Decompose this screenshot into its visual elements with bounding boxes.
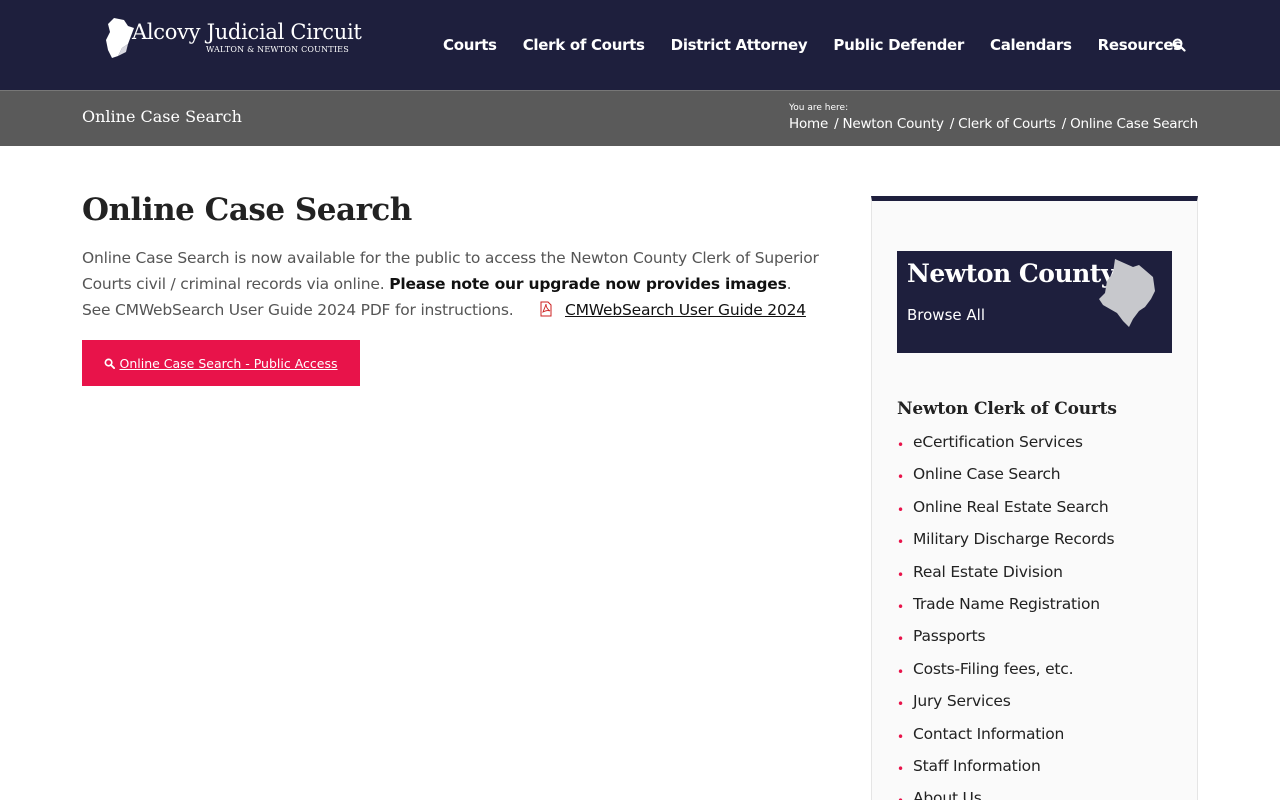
logo-title: Alcovy Judicial Circuit [132,20,362,44]
breadcrumb: Home / Newton County / Clerk of Courts /… [789,116,1198,132]
page-title-bar: Online Case Search You are here: Home / … [0,90,1280,146]
breadcrumb-separator: / [1061,116,1067,132]
online-case-search-button-label: Online Case Search - Public Access [119,355,338,371]
bullet-icon: • [897,535,904,550]
sidebar-item-trade-name[interactable]: • Trade Name Registration [897,595,1114,627]
sidebar-item-label: Online Real Estate Search [913,497,1109,516]
nav-calendars[interactable]: Calendars [990,36,1072,54]
bullet-icon: • [897,761,904,776]
newton-county-map-icon [1099,259,1155,327]
bullet-icon: • [897,502,904,517]
bullet-icon: • [897,794,904,800]
browse-all-link[interactable]: Browse All [907,306,985,324]
sidebar: Newton County Browse All Newton Clerk of… [871,196,1198,800]
sidebar-item-staff-information[interactable]: • Staff Information [897,757,1114,789]
sidebar-item-passports[interactable]: • Passports [897,627,1114,659]
bullet-icon: • [897,664,904,679]
nav-district-attorney[interactable]: District Attorney [671,36,808,54]
sidebar-item-ecertification[interactable]: • eCertification Services [897,433,1114,465]
pdf-icon [540,301,552,317]
sidebar-item-contact-information[interactable]: • Contact Information [897,725,1114,757]
search-icon[interactable] [1172,38,1186,52]
online-case-search-button[interactable]: Online Case Search - Public Access [82,340,360,386]
breadcrumb-home[interactable]: Home [789,116,828,132]
titlebar-title: Online Case Search [82,107,242,126]
bullet-icon: • [897,470,904,485]
sidebar-heading: Newton Clerk of Courts [897,399,1117,419]
logo-subtitle: WALTON & NEWTON COUNTIES [206,45,349,54]
bullet-icon: • [897,729,904,744]
newton-county-card[interactable]: Newton County Browse All [897,251,1172,353]
sidebar-item-label: Trade Name Registration [913,594,1100,613]
main-nav: Courts Clerk of Courts District Attorney… [443,34,1208,56]
sidebar-item-label: Jury Services [913,692,1011,711]
intro-bold-note: Please note our upgrade now provides ima… [389,275,787,293]
sidebar-item-label: Contact Information [913,724,1065,743]
page-title: Online Case Search [82,192,412,228]
sidebar-item-costs-filing[interactable]: • Costs-Filing fees, etc. [897,660,1114,692]
sidebar-item-label: eCertification Services [913,433,1083,451]
sidebar-links: • eCertification Services • Online Case Se… [897,433,1115,800]
breadcrumb-separator: / [949,116,955,132]
nav-clerk-of-courts[interactable]: Clerk of Courts [523,36,645,54]
sidebar-item-label: Real Estate Division [913,562,1063,581]
sidebar-item-military-discharge[interactable]: • Military Discharge Records [897,530,1115,562]
sidebar-item-label: About Us [913,789,982,800]
sidebar-item-online-real-estate-search[interactable]: • Online Real Estate Search [897,498,1114,530]
sidebar-item-label: Military Discharge Records [913,530,1115,549]
sidebar-item-label: Costs-Filing fees, etc. [913,659,1074,678]
search-icon [105,358,116,369]
bullet-icon: • [897,697,904,712]
breadcrumb-separator: / [834,116,839,132]
sidebar-item-label: Passports [913,627,986,646]
bullet-icon: • [897,438,904,452]
nav-resources[interactable]: Resources [1098,36,1183,54]
bullet-icon: • [897,567,904,582]
sidebar-item-online-case-search[interactable]: • Online Case Search [897,465,1114,497]
site-logo[interactable]: Alcovy Judicial Circuit WALTON & NEWTON … [104,16,364,62]
sidebar-item-real-estate-division[interactable]: • Real Estate Division [897,563,1114,595]
nav-courts[interactable]: Courts [443,36,497,54]
nav-public-defender[interactable]: Public Defender [833,36,964,54]
pdf-guide-link[interactable]: CMWebSearch User Guide 2024 [565,301,806,319]
you-are-here-label: You are here: [789,103,849,113]
sidebar-item-label: Staff Information [913,756,1041,775]
breadcrumb-newton-county[interactable]: Newton County [842,116,944,132]
county-card-title: Newton County [907,259,1115,288]
sidebar-item-about-us[interactable]: • About Us [897,789,1114,800]
intro-paragraph: Online Case Search is now available for … [82,245,822,323]
site-header: Alcovy Judicial Circuit WALTON & NEWTON … [0,0,1280,90]
sidebar-item-label: Online Case Search [913,465,1061,484]
sidebar-item-jury-services[interactable]: • Jury Services [897,692,1114,724]
breadcrumb-current: Online Case Search [1070,116,1199,132]
bullet-icon: • [897,632,904,647]
bullet-icon: • [897,599,904,614]
breadcrumb-clerk-of-courts[interactable]: Clerk of Courts [958,116,1056,132]
